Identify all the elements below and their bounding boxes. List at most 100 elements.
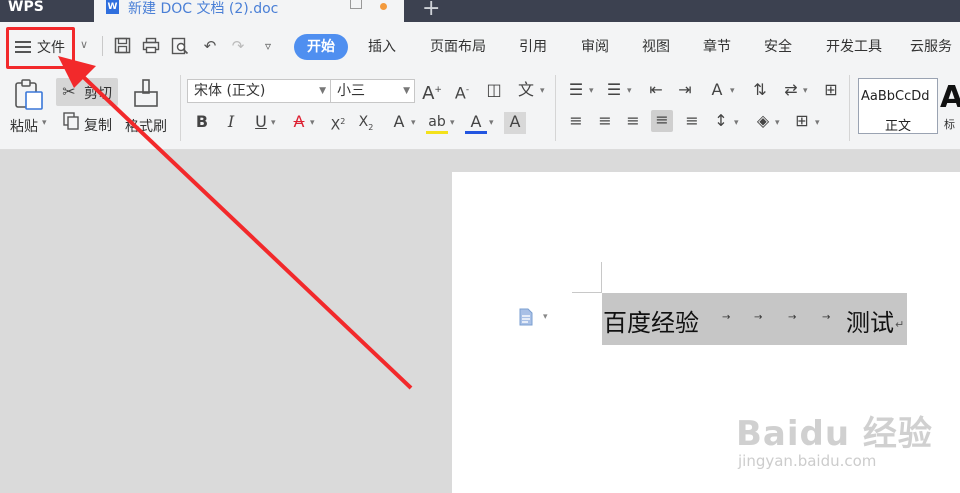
numbered-list-caret-icon[interactable]: ▾ (627, 86, 632, 96)
title-bar: WPS W 新建 DOC 文档 (2).doc + (0, 0, 960, 22)
tab-review[interactable]: 审阅 (575, 34, 615, 60)
sort-icon[interactable]: ⇅ (749, 80, 771, 102)
phonetic-guide-icon[interactable]: 文 (515, 80, 537, 102)
save-icon[interactable] (113, 37, 131, 55)
baidu-jingyan-watermark: Baidu 经验 (736, 414, 933, 454)
shading-caret-icon[interactable]: ▾ (775, 118, 780, 128)
baidu-jingyan-watermark-url: jingyan.baidu.com (738, 452, 877, 470)
text-direction-caret-icon[interactable]: ▾ (730, 86, 735, 96)
shading-bucket-icon[interactable]: ◈ (752, 111, 774, 133)
new-tab-button[interactable]: + (422, 0, 440, 21)
font-color-icon[interactable]: A (465, 112, 487, 134)
tab-view[interactable]: 视图 (636, 34, 676, 60)
justify-icon[interactable]: ≡ (651, 110, 673, 132)
font-color-caret-icon[interactable]: ▾ (489, 118, 494, 128)
style-heading-sample[interactable]: A (940, 78, 960, 118)
borders-icon[interactable]: ⊞ (791, 111, 813, 133)
underline-caret-icon[interactable]: ▾ (271, 118, 276, 128)
document-tab-title: 新建 DOC 文档 (2).doc (128, 1, 279, 17)
customize-quick-access-icon[interactable]: ▿ (259, 37, 277, 55)
wps-logo[interactable]: WPS (0, 0, 92, 22)
wps-logo-text: WPS (8, 0, 44, 15)
line-break-icon[interactable]: ⇄ (780, 80, 802, 102)
font-size-select[interactable]: 小三 ▼ (330, 79, 415, 103)
redo-icon[interactable]: ↷ (229, 37, 247, 55)
tab-mark: → (788, 312, 797, 323)
dropdown-arrow-icon: ▼ (319, 86, 326, 96)
tab-cloud-services[interactable]: 云服务 (910, 34, 960, 60)
style-normal-sample: AaBbCcDd (861, 89, 930, 104)
text-direction-icon[interactable]: A (706, 80, 728, 102)
increase-indent-icon[interactable]: ⇥ (674, 80, 696, 102)
tab-insert[interactable]: 插入 (362, 34, 402, 60)
character-shading-icon[interactable]: A (504, 112, 526, 134)
paste-options-caret-icon[interactable]: ▾ (42, 118, 47, 128)
decrease-indent-icon[interactable]: ⇤ (645, 80, 667, 102)
tab-security[interactable]: 安全 (758, 34, 798, 60)
paragraph-layout-caret-icon[interactable]: ▾ (543, 312, 548, 322)
style-normal-name: 正文 (884, 119, 911, 134)
scissors-icon[interactable]: ✂ (58, 82, 80, 104)
format-painter-icon[interactable] (132, 78, 160, 110)
tab-sections[interactable]: 章节 (697, 34, 737, 60)
clear-formatting-eraser-icon[interactable]: ◫ (483, 80, 505, 102)
highlight-caret-icon[interactable]: ▾ (450, 118, 455, 128)
document-tab[interactable]: W 新建 DOC 文档 (2).doc (94, 0, 404, 22)
monitor-icon[interactable] (350, 0, 362, 9)
paragraph-layout-icon[interactable] (518, 308, 534, 326)
borders-caret-icon[interactable]: ▾ (815, 118, 820, 128)
superscript-icon[interactable]: X2 (327, 112, 349, 134)
bold-icon[interactable]: B (191, 112, 213, 134)
copy-icon[interactable] (60, 112, 82, 134)
text-effect-icon[interactable]: A (388, 112, 410, 134)
line-spacing-caret-icon[interactable]: ▾ (734, 118, 739, 128)
doc-file-icon: W (106, 0, 119, 14)
margin-corner-mark (601, 262, 602, 292)
italic-icon[interactable]: I (220, 112, 242, 134)
bullet-list-icon[interactable]: ☰ (565, 80, 587, 102)
tab-page-layout[interactable]: 页面布局 (424, 34, 492, 60)
tab-developer-tools[interactable]: 开发工具 (820, 34, 888, 60)
numbered-list-icon[interactable]: ☰ (603, 80, 625, 102)
align-left-icon[interactable]: ≡ (565, 111, 587, 133)
distributed-align-icon[interactable]: ≡ (681, 111, 703, 133)
copy-button-label[interactable]: 复制 (84, 115, 112, 135)
underline-icon[interactable]: U (250, 112, 272, 134)
divider (555, 75, 556, 141)
font-name-select[interactable]: 宋体 (正文) ▼ (187, 79, 331, 103)
strikethrough-icon[interactable]: A (288, 112, 310, 134)
strikethrough-caret-icon[interactable]: ▾ (310, 118, 315, 128)
line-break-caret-icon[interactable]: ▾ (803, 86, 808, 96)
chevron-down-icon[interactable]: ∨ (80, 38, 88, 51)
undo-icon[interactable]: ↶ (201, 37, 219, 55)
tab-references[interactable]: 引用 (513, 34, 553, 60)
paragraph-return-mark: ↵ (895, 318, 905, 331)
font-size-value: 小三 (337, 83, 365, 99)
bullet-list-caret-icon[interactable]: ▾ (589, 86, 594, 96)
subscript-icon[interactable]: X2 (355, 112, 377, 134)
tab-home[interactable]: 开始 (294, 34, 348, 60)
document-text-baidu-jingyan[interactable]: 百度经验 (603, 303, 699, 338)
paste-icon[interactable] (12, 78, 44, 112)
text-effect-caret-icon[interactable]: ▾ (411, 118, 416, 128)
document-text-test[interactable]: 测试 (846, 303, 894, 338)
phonetic-caret-icon[interactable]: ▾ (540, 86, 545, 96)
table-grid-icon[interactable]: ⊞ (820, 80, 842, 102)
style-normal-gallery-item[interactable]: AaBbCcDd 正文 (858, 78, 938, 134)
style-heading-name[interactable]: 标 (944, 116, 955, 132)
print-icon[interactable] (142, 37, 160, 55)
unsaved-dot-icon (380, 3, 387, 10)
tab-mark: → (822, 312, 831, 323)
increase-font-size-icon[interactable]: A+ (421, 80, 443, 104)
line-spacing-icon[interactable]: ↕ (710, 111, 732, 133)
ribbon-tab-row: 文件 ∨ ↶ ↷ ▿ 开始 插入 页面布局 引用 审阅 视图 章节 安全 开发工… (0, 22, 960, 70)
dropdown-arrow-icon: ▼ (403, 86, 410, 96)
decrease-font-size-icon[interactable]: A- (451, 80, 473, 102)
print-preview-icon[interactable] (171, 37, 189, 55)
paste-button-label[interactable]: 粘贴 (10, 116, 38, 136)
format-painter-label[interactable]: 格式刷 (125, 116, 167, 136)
align-center-icon[interactable]: ≡ (594, 111, 616, 133)
cut-button-label[interactable]: 剪切 (84, 83, 112, 103)
highlight-icon[interactable]: ab (426, 112, 448, 134)
align-right-icon[interactable]: ≡ (622, 111, 644, 133)
